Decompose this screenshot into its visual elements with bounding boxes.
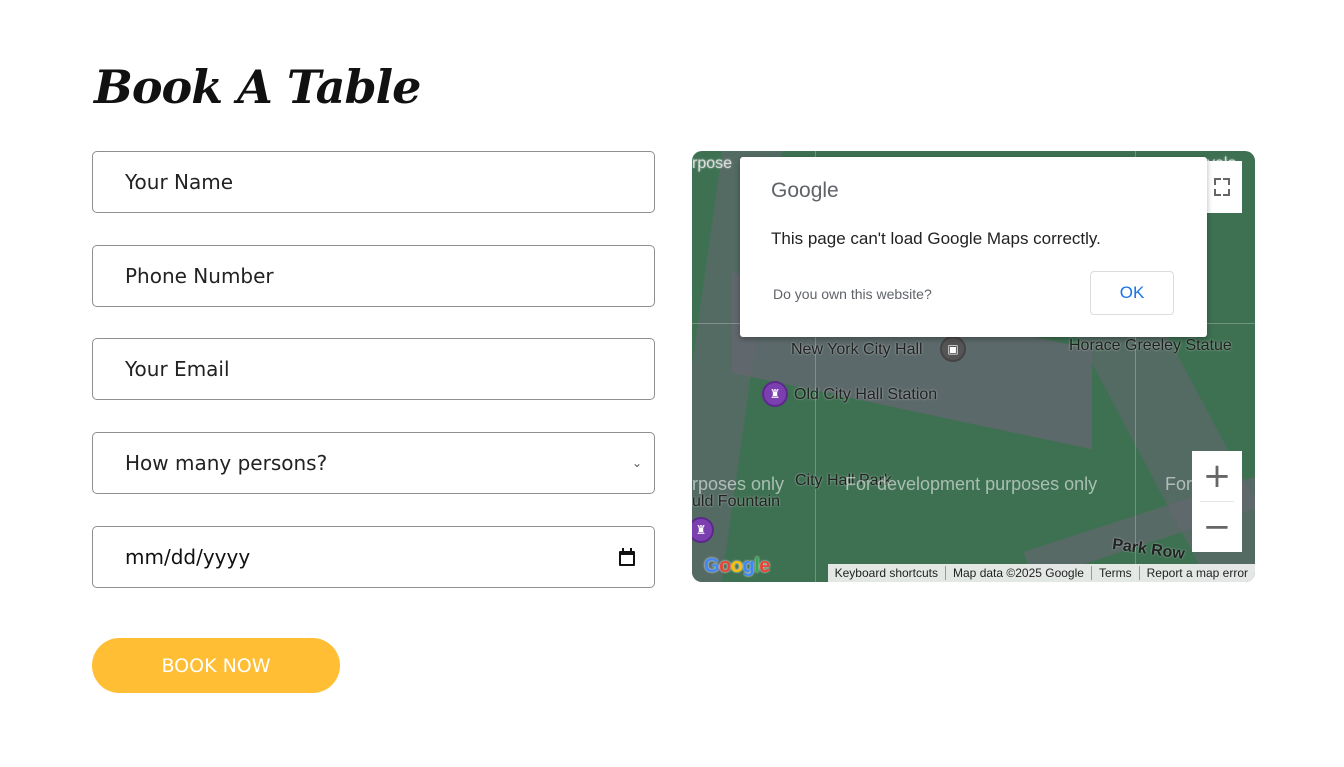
ok-button[interactable]: OK (1090, 271, 1174, 315)
persons-select-value: How many persons? (125, 451, 328, 475)
error-message: This page can't load Google Maps correct… (771, 229, 1101, 248)
phone-input[interactable] (92, 245, 655, 307)
keyboard-shortcuts-link[interactable]: Keyboard shortcuts (828, 566, 945, 580)
museum-icon[interactable]: ▣ (940, 336, 966, 362)
dev-watermark: rposes only (692, 474, 785, 494)
map-label-city-hall[interactable]: New York City Hall (791, 341, 923, 359)
google-map-logo[interactable]: Google (704, 555, 770, 578)
date-input-value: mm/dd/yyyy (125, 545, 251, 569)
calendar-icon[interactable] (618, 548, 636, 566)
name-input[interactable] (92, 151, 655, 213)
map-label-station[interactable]: Old City Hall Station (794, 386, 937, 404)
own-website-link[interactable]: Do you own this website? (773, 286, 932, 302)
google-map[interactable]: rpose velo New York City Hall ▣ Horace G… (692, 151, 1255, 582)
map-data-text: Map data ©2025 Google (945, 566, 1091, 580)
booking-section: Book A Table How many persons? ⌄ mm/dd/y… (0, 0, 1344, 767)
dev-watermark: For development purposes only (845, 474, 1098, 494)
zoom-out-button[interactable]: − (1192, 502, 1242, 552)
book-now-button[interactable]: BOOK NOW (92, 638, 340, 693)
google-logo: Google (771, 179, 839, 202)
map-label-fountain[interactable]: uld Fountain (692, 493, 780, 511)
map-label: rpose (692, 155, 733, 172)
email-input[interactable] (92, 338, 655, 400)
zoom-controls: + − (1192, 451, 1242, 552)
chevron-down-icon: ⌄ (631, 456, 642, 470)
date-input[interactable]: mm/dd/yyyy (92, 526, 655, 588)
persons-select[interactable]: How many persons? ⌄ (92, 432, 655, 494)
map-error-dialog: Google This page can't load Google Maps … (740, 157, 1207, 337)
map-label-statue[interactable]: Horace Greeley Statue (1069, 337, 1232, 355)
transit-icon[interactable]: ♜ (762, 381, 788, 407)
zoom-in-button[interactable]: + (1192, 451, 1242, 501)
report-error-link[interactable]: Report a map error (1138, 566, 1255, 580)
page-title: Book A Table (94, 60, 421, 114)
fullscreen-button[interactable] (1202, 161, 1242, 213)
terms-link[interactable]: Terms (1090, 566, 1139, 580)
map-attribution: Keyboard shortcuts Map data ©2025 Google… (827, 564, 1255, 582)
fullscreen-icon (1214, 178, 1221, 185)
